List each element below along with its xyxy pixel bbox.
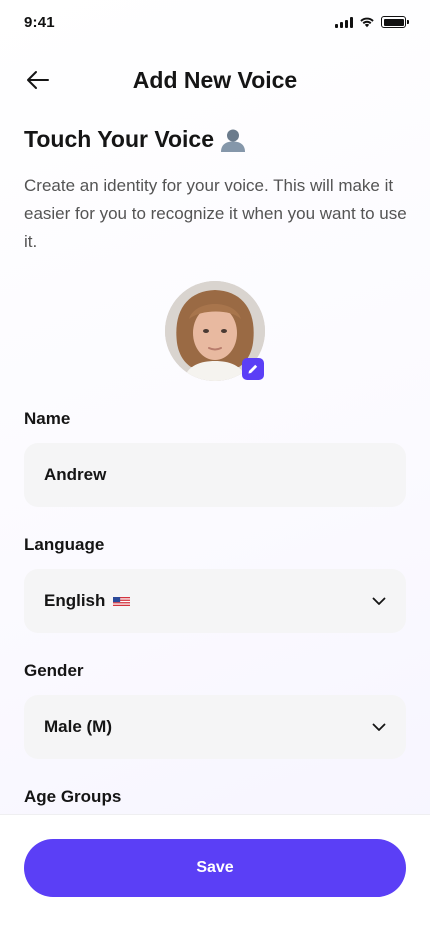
- status-icons: [335, 16, 409, 28]
- header: Add New Voice: [0, 58, 430, 102]
- cellular-signal-icon: [335, 16, 353, 28]
- arrow-left-icon: [27, 71, 49, 89]
- footer: Save: [0, 814, 430, 932]
- section-title: Touch Your Voice: [24, 126, 246, 153]
- chevron-down-icon: [372, 723, 386, 731]
- save-button[interactable]: Save: [24, 839, 406, 897]
- language-value: English: [44, 591, 106, 610]
- intro-description: Create an identity for your voice. This …: [24, 176, 407, 251]
- page-title: Add New Voice: [132, 66, 298, 93]
- gender-value: Male (M): [44, 717, 112, 736]
- name-label: Name: [24, 409, 71, 428]
- avatar-container: [165, 281, 265, 381]
- section-title-text: Touch Your Voice: [24, 126, 214, 152]
- language-select[interactable]: English: [24, 569, 406, 633]
- person-silhouette-icon: [221, 129, 245, 152]
- chevron-down-icon: [372, 597, 386, 605]
- gender-select[interactable]: Male (M): [24, 695, 406, 759]
- pencil-icon: [248, 364, 258, 374]
- back-button[interactable]: [22, 66, 54, 94]
- gender-label: Gender: [24, 661, 84, 680]
- wifi-icon: [360, 17, 374, 28]
- status-time: 9:41: [24, 13, 55, 31]
- us-flag-icon: [113, 596, 131, 606]
- edit-avatar-button[interactable]: [242, 358, 264, 380]
- battery-icon: [381, 16, 409, 28]
- language-value-group: English: [44, 591, 131, 611]
- status-bar: 9:41: [0, 0, 430, 44]
- name-input[interactable]: [44, 465, 386, 485]
- name-field[interactable]: [24, 443, 406, 507]
- age-groups-label: Age Groups: [24, 787, 122, 806]
- language-label: Language: [24, 535, 105, 554]
